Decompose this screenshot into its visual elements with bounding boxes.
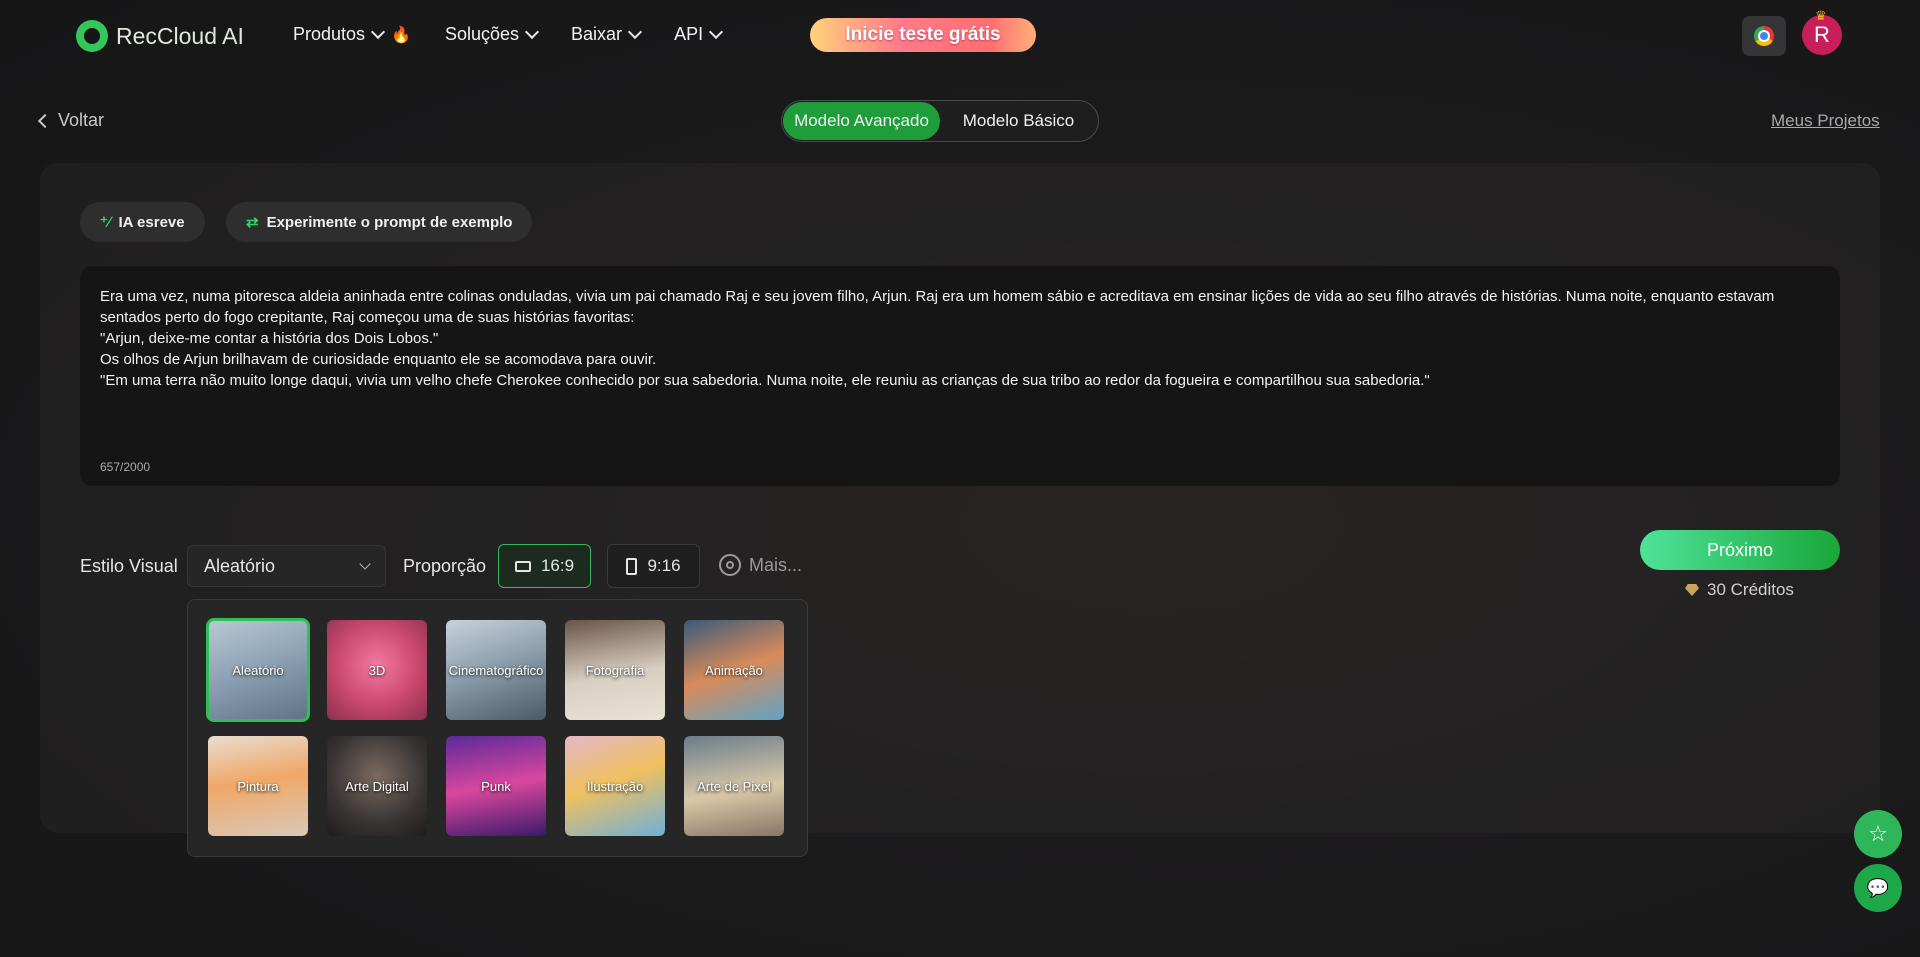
style-option-pixel-art[interactable]: Arte de Pixel [684,736,784,836]
style-option-random[interactable]: Aleatório [206,618,310,722]
chrome-icon [1754,26,1774,46]
visual-style-select[interactable]: Aleatório [187,545,386,587]
example-prompt-button[interactable]: ⇄ Experimente o prompt de exemplo [226,202,533,242]
visual-style-value: Aleatório [204,555,276,576]
nav-label: Produtos [293,24,366,44]
gem-icon [1685,584,1699,596]
story-text[interactable]: Era uma vez, numa pitoresca aldeia aninh… [100,286,1820,391]
story-textarea[interactable]: Era uma vez, numa pitoresca aldeia aninh… [80,266,1840,486]
nav-label: Baixar [571,24,623,44]
aspect-ratio-label: Proporção [403,556,487,576]
favorite-button[interactable]: ☆ [1854,810,1902,858]
gear-icon [719,554,741,576]
tab-basic-model[interactable]: Modelo Básico [940,102,1097,140]
character-counter: 657/2000 [100,460,151,474]
style-option-label: Ilustração [586,778,644,794]
nav-item-produtos[interactable]: Produtos 🔥 [293,24,411,45]
chevron-down-icon [370,24,386,40]
more-settings-button[interactable]: Mais... [719,554,802,576]
ratio-9-16-button[interactable]: 9:16 [607,544,700,588]
style-option-painting[interactable]: Pintura [208,736,308,836]
style-option-3d[interactable]: 3D [327,620,427,720]
style-option-label: 3D [368,662,386,678]
chevron-left-icon [37,113,53,128]
logo-text: RecCloud AI [116,22,244,49]
main-nav: Produtos 🔥 Soluções Baixar API [293,24,755,45]
style-option-label: Cinematográfico [448,662,544,678]
my-projects-link[interactable]: Meus Projetos [1771,111,1880,131]
back-button[interactable]: Voltar [37,110,105,131]
style-option-photography[interactable]: Fotografia [565,620,665,720]
style-option-label: Arte de Pixel [697,778,771,794]
shuffle-icon: ⇄ [246,214,259,231]
ai-write-button[interactable]: ⁺∕ IA esreve [80,202,205,242]
chevron-down-icon [359,557,371,570]
back-label: Voltar [58,110,105,130]
style-option-cinematic[interactable]: Cinematográfico [446,620,546,720]
free-trial-button[interactable]: Inicie teste grátis [810,18,1036,52]
portrait-icon [626,557,638,575]
style-option-digital-art[interactable]: Arte Digital [327,736,427,836]
style-option-animation[interactable]: Animação [684,620,784,720]
model-toggle: Modelo Avançado Modelo Básico [781,100,1099,142]
chevron-down-icon [709,24,724,40]
fire-icon: 🔥 [391,26,411,44]
chrome-extension-button[interactable] [1742,16,1786,56]
sparkle-pen-icon: ⁺∕ [100,214,111,231]
reccloud-logo-icon [76,20,108,52]
nav-item-solucoes[interactable]: Soluções [444,24,540,45]
ratio-label: 9:16 [647,556,681,575]
example-prompt-label: Experimente o prompt de exemplo [266,213,513,231]
style-option-illustration[interactable]: Ilustração [565,736,665,836]
logo[interactable]: RecCloud AI [76,20,244,52]
style-option-label: Punk [481,778,511,794]
credits-info: 30 Créditos [1685,580,1794,600]
landscape-icon [514,560,531,572]
style-option-punk[interactable]: Punk [446,736,546,836]
ratio-16-9-button[interactable]: 16:9 [498,544,591,588]
crown-icon: ♛ [1815,8,1827,23]
chevron-down-icon [627,24,643,40]
nav-item-api[interactable]: API [674,24,724,45]
style-option-label: Fotografia [585,662,645,678]
top-navigation-bar: RecCloud AI Produtos 🔥 Soluções Baixar A… [0,0,1920,72]
nav-label: Soluções [444,24,520,44]
chat-icon: 💬 [1866,877,1890,898]
nav-item-baixar[interactable]: Baixar [571,24,643,45]
visual-style-dropdown: Aleatório 3D Cinematográfico Fotografia … [187,599,808,857]
style-option-label: Animação [705,662,763,678]
visual-style-label: Estilo Visual [80,556,178,576]
style-option-label: Aleatório [232,662,284,678]
ratio-label: 16:9 [540,556,575,575]
nav-label: API [674,24,704,44]
ai-write-label: IA esreve [118,213,185,231]
next-button[interactable]: Próximo [1640,530,1840,570]
chevron-down-icon [524,24,540,40]
tab-advanced-model[interactable]: Modelo Avançado [783,102,940,140]
credits-label: 30 Créditos [1707,580,1794,599]
more-label: Mais... [749,554,803,575]
chat-support-button[interactable]: 💬 [1854,864,1902,912]
star-icon: ☆ [1868,821,1888,846]
style-option-label: Pintura [237,778,279,794]
style-option-label: Arte Digital [345,778,409,794]
